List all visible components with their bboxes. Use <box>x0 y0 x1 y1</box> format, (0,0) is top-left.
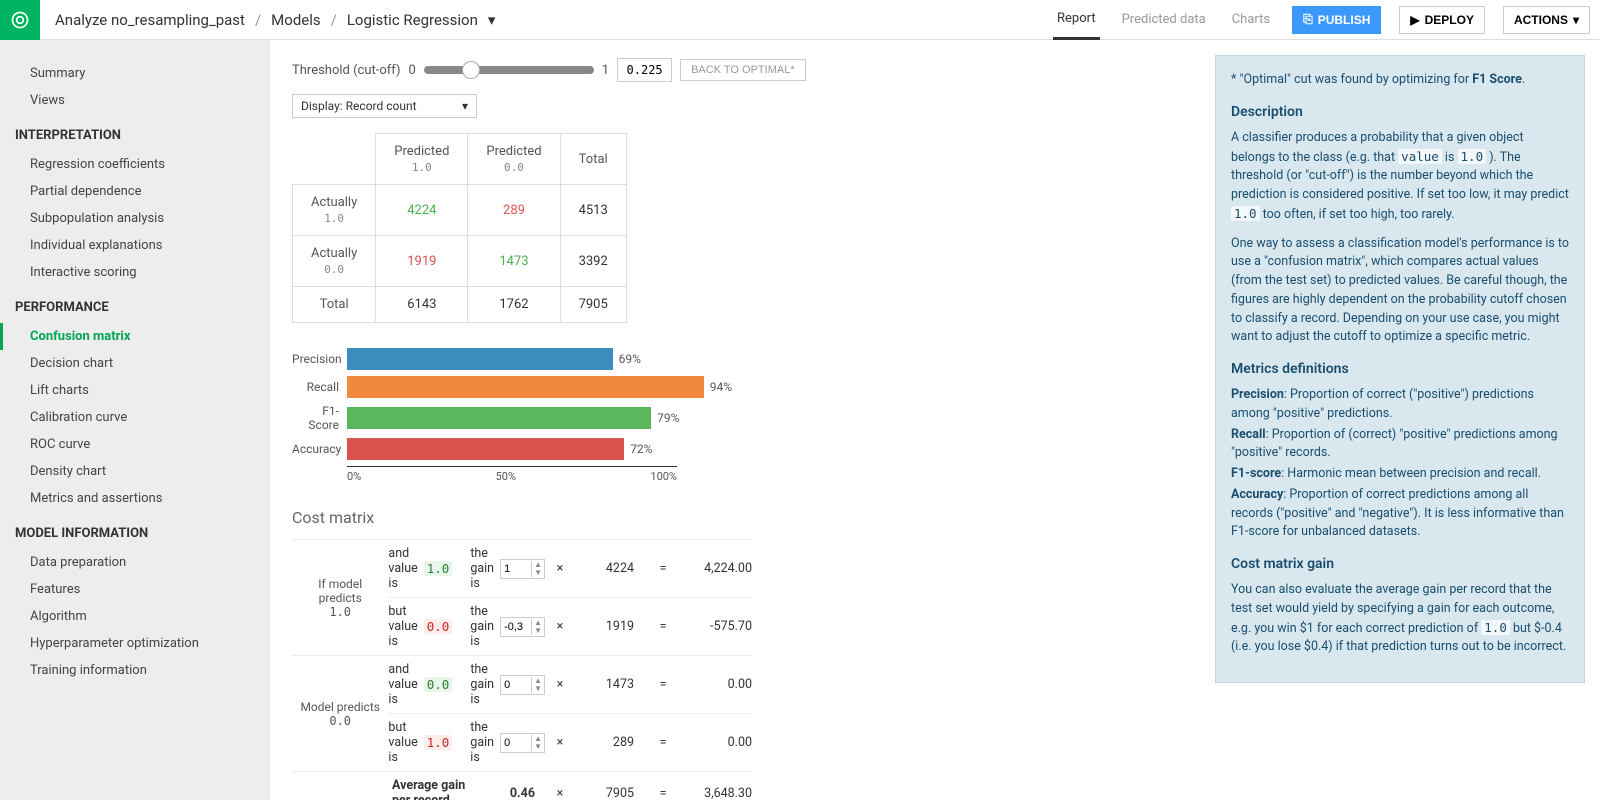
sidebar-item-data-preparation[interactable]: Data preparation <box>0 549 270 576</box>
sidebar-item-features[interactable]: Features <box>0 576 270 603</box>
sidebar-heading-performance: PERFORMANCE <box>0 286 270 323</box>
sidebar-item-confusion-matrix[interactable]: Confusion matrix <box>0 323 270 350</box>
play-icon: ▶ <box>1410 13 1419 27</box>
actions-button[interactable]: ACTIONS ▾ <box>1503 6 1590 34</box>
threshold-max: 1 <box>602 63 609 78</box>
cost-matrix-heading: Cost matrix <box>292 508 1178 527</box>
sidebar-item-partial-dependence[interactable]: Partial dependence <box>0 178 270 205</box>
tab-report[interactable]: Report <box>1053 0 1100 40</box>
sidebar-item-metrics-assertions[interactable]: Metrics and assertions <box>0 485 270 512</box>
sidebar-item-calibration-curve[interactable]: Calibration curve <box>0 404 270 431</box>
sidebar-item-training-info[interactable]: Training information <box>0 657 270 684</box>
caret-down-icon: ▾ <box>1573 13 1579 27</box>
breadcrumb-current[interactable]: Logistic Regression <box>347 11 478 29</box>
sidebar-item-interactive-scoring[interactable]: Interactive scoring <box>0 259 270 286</box>
sidebar-item-density-chart[interactable]: Density chart <box>0 458 270 485</box>
sidebar-item-decision-chart[interactable]: Decision chart <box>0 350 270 377</box>
sidebar-item-lift-charts[interactable]: Lift charts <box>0 377 270 404</box>
breadcrumb-analyze[interactable]: Analyze no_resampling_past <box>55 11 245 29</box>
breadcrumb-models[interactable]: Models <box>271 11 320 29</box>
sidebar-item-individual-explanations[interactable]: Individual explanations <box>0 232 270 259</box>
gain-input-tp[interactable]: ▲▼ <box>500 559 545 579</box>
tab-charts[interactable]: Charts <box>1228 0 1274 40</box>
back-to-optimal-button[interactable]: BACK TO OPTIMAL* <box>680 59 806 81</box>
gain-input-fn[interactable]: ▲▼ <box>500 733 545 753</box>
sidebar-item-algorithm[interactable]: Algorithm <box>0 603 270 630</box>
metrics-bar-chart: Precision 69% Recall 94% F1-Score 79% Ac… <box>292 348 732 483</box>
threshold-input[interactable] <box>617 58 672 82</box>
sidebar-item-regression-coefficients[interactable]: Regression coefficients <box>0 151 270 178</box>
slider-thumb[interactable] <box>462 61 480 79</box>
sidebar: Summary Views INTERPRETATION Regression … <box>0 40 270 800</box>
info-panel: * "Optimal" cut was found by optimizing … <box>1215 55 1585 683</box>
gain-input-tn[interactable]: ▲▼ <box>500 675 545 695</box>
false-positive: 1919 <box>376 236 468 287</box>
display-select[interactable]: Display: Record count ▾ <box>292 94 477 118</box>
publish-icon: ⎘ <box>1303 12 1313 27</box>
deploy-button[interactable]: ▶ DEPLOY <box>1399 6 1485 34</box>
tab-predicted-data[interactable]: Predicted data <box>1118 0 1210 40</box>
true-positive: 4224 <box>376 185 468 236</box>
threshold-label: Threshold (cut-off) <box>292 63 400 78</box>
sidebar-heading-interpretation: INTERPRETATION <box>0 114 270 151</box>
threshold-min: 0 <box>408 63 415 78</box>
sidebar-item-roc-curve[interactable]: ROC curve <box>0 431 270 458</box>
threshold-slider[interactable] <box>424 66 594 74</box>
app-logo[interactable] <box>0 0 40 40</box>
sidebar-item-subpopulation[interactable]: Subpopulation analysis <box>0 205 270 232</box>
true-negative: 1473 <box>468 236 560 287</box>
sidebar-item-views[interactable]: Views <box>0 87 270 114</box>
breadcrumb: Analyze no_resampling_past / Models / Lo… <box>40 11 495 29</box>
gain-input-fp[interactable]: ▲▼ <box>500 617 545 637</box>
chevron-down-icon[interactable]: ▾ <box>488 11 496 29</box>
confusion-matrix-table: Predicted1.0 Predicted0.0 Total Actually… <box>292 133 627 323</box>
caret-down-icon: ▾ <box>462 99 468 113</box>
cost-matrix-table: If model predicts1.0 and value is1.0 the… <box>292 539 752 800</box>
false-negative: 289 <box>468 185 560 236</box>
sidebar-item-summary[interactable]: Summary <box>0 60 270 87</box>
sidebar-item-hyperparameter[interactable]: Hyperparameter optimization <box>0 630 270 657</box>
publish-button[interactable]: ⎘ PUBLISH <box>1292 6 1381 34</box>
sidebar-heading-model-info: MODEL INFORMATION <box>0 512 270 549</box>
